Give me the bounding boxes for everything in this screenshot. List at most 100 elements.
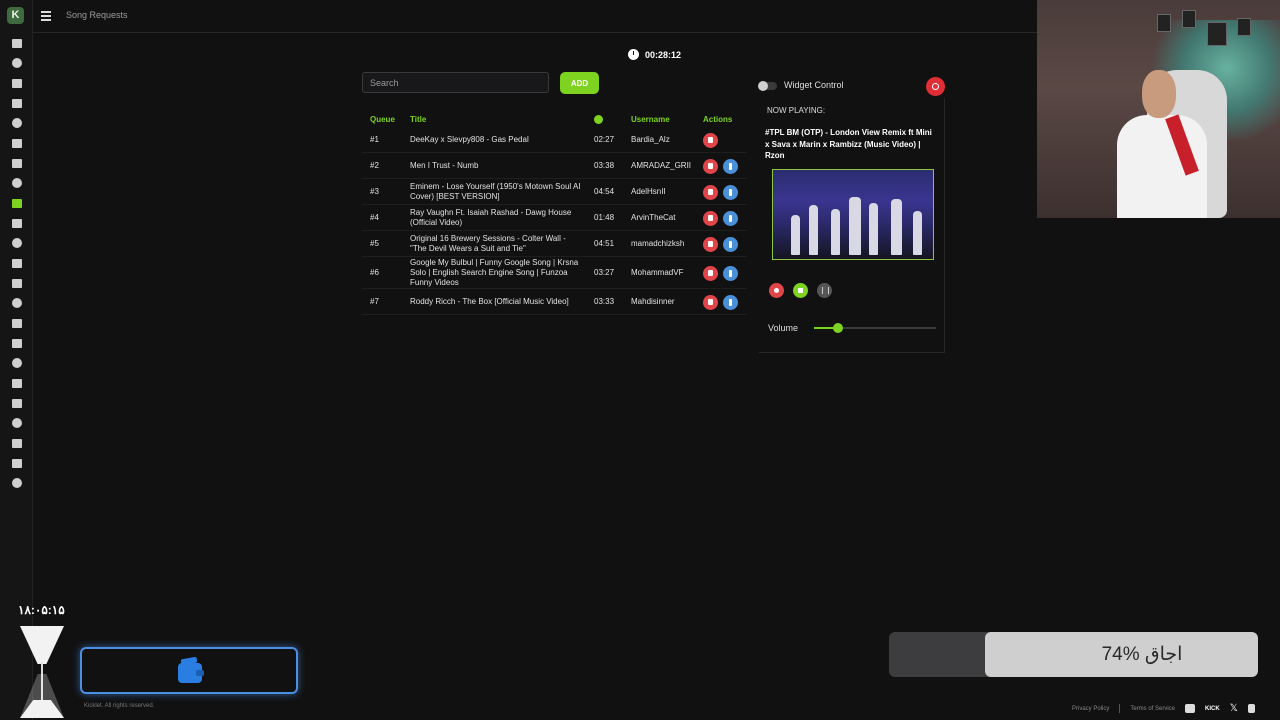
song-title: Google My Bulbul | Funny Google Song | K… bbox=[410, 258, 579, 287]
duration-header-icon bbox=[594, 115, 603, 124]
wrench-icon[interactable] bbox=[0, 93, 33, 113]
star-icon[interactable] bbox=[0, 213, 33, 233]
search-input[interactable] bbox=[362, 72, 549, 93]
table-row: #4 Ray Vaughn Ft. Isaiah Rashad - Dawg Ho… bbox=[362, 205, 747, 231]
chat-icon[interactable] bbox=[0, 113, 33, 133]
requester-username: AdelHsnII bbox=[631, 187, 666, 196]
delete-request-button[interactable] bbox=[703, 158, 718, 174]
song-duration: 04:51 bbox=[594, 239, 615, 248]
queue-position: #7 bbox=[370, 297, 379, 306]
song-duration: 04:54 bbox=[594, 187, 615, 196]
menu-icon[interactable] bbox=[41, 11, 51, 21]
goal-progress-bar: 74% اجاق bbox=[889, 632, 1258, 677]
table-body: #1 DeeKay x Slevpy808 - Gas Pedal 02:27 Bar… bbox=[362, 127, 747, 315]
gamepad-icon[interactable] bbox=[0, 453, 33, 473]
header-username: Username bbox=[631, 115, 670, 124]
kick-icon[interactable]: KICK bbox=[1205, 706, 1220, 712]
stop-button[interactable] bbox=[769, 283, 784, 298]
widget-control-toggle[interactable] bbox=[758, 81, 777, 91]
comment-icon[interactable] bbox=[0, 393, 33, 413]
add-button[interactable]: ADD bbox=[560, 72, 599, 94]
song-duration: 03:27 bbox=[594, 268, 615, 277]
queue-position: #2 bbox=[370, 161, 379, 170]
alert-icon[interactable] bbox=[0, 173, 33, 193]
play-next-button[interactable] bbox=[723, 210, 738, 226]
play-next-button[interactable] bbox=[723, 265, 738, 281]
video-icon[interactable] bbox=[0, 313, 33, 333]
delete-request-button[interactable] bbox=[703, 184, 718, 200]
shield-icon[interactable] bbox=[0, 153, 33, 173]
delete-request-button[interactable] bbox=[703, 236, 718, 252]
power-button[interactable] bbox=[926, 77, 945, 96]
requester-username: ArvinTheCat bbox=[631, 213, 676, 222]
card-icon[interactable] bbox=[0, 473, 33, 493]
emoji-icon[interactable] bbox=[0, 353, 33, 373]
play-next-button[interactable] bbox=[723, 236, 738, 252]
table-row: #6 Google My Bulbul | Funny Google Song |… bbox=[362, 257, 747, 289]
footer-links: Privacy Policy Terms of Service KICK 𝕏 bbox=[1072, 703, 1255, 714]
song-title: Ray Vaughn Ft. Isaiah Rashad - Dawg Hous… bbox=[410, 208, 572, 227]
cart-icon[interactable] bbox=[0, 253, 33, 273]
play-next-button[interactable] bbox=[723, 184, 738, 200]
app-logo[interactable]: K bbox=[7, 7, 24, 24]
queue-position: #4 bbox=[370, 213, 379, 222]
terms-link[interactable]: Terms of Service bbox=[1130, 706, 1175, 712]
hourglass-icon bbox=[18, 622, 68, 720]
play-next-button[interactable] bbox=[723, 158, 738, 174]
monitor-icon[interactable] bbox=[0, 413, 33, 433]
chart-icon[interactable] bbox=[0, 293, 33, 313]
gift-icon[interactable] bbox=[0, 233, 33, 253]
pencil-icon[interactable] bbox=[0, 73, 33, 93]
requester-username: Mahdisinner bbox=[631, 297, 675, 306]
table-row: #2 Men I Trust - Numb 03:38 AMRADAZ_GRII bbox=[362, 153, 747, 179]
top-bar: Song Requests bbox=[33, 0, 1037, 33]
film-icon[interactable] bbox=[0, 373, 33, 393]
video-player[interactable] bbox=[772, 169, 934, 260]
delete-request-button[interactable] bbox=[703, 132, 718, 148]
song-title: Roddy Ricch - The Box [Official Music Vi… bbox=[410, 297, 569, 306]
requester-username: mamadchizksh bbox=[631, 239, 685, 248]
queue-position: #1 bbox=[370, 135, 379, 144]
volume-slider[interactable] bbox=[814, 323, 936, 333]
delete-request-button[interactable] bbox=[703, 294, 718, 310]
song-title: Men I Trust - Numb bbox=[410, 161, 479, 170]
header-actions: Actions bbox=[703, 115, 733, 124]
now-playing-title: #TPL BM (OTP) - London View Remix ft Min… bbox=[765, 128, 932, 160]
table-row: #1 DeeKay x Slevpy808 - Gas Pedal 02:27 Bar… bbox=[362, 127, 747, 153]
skip-button[interactable] bbox=[793, 283, 808, 298]
pause-button[interactable] bbox=[817, 283, 832, 298]
song-title: Eminem - Lose Yourself (1950's Motown So… bbox=[410, 182, 581, 201]
requester-username: MohammadVF bbox=[631, 268, 684, 277]
search-icon[interactable] bbox=[0, 433, 33, 453]
music-icon[interactable] bbox=[0, 193, 33, 213]
link-icon[interactable] bbox=[0, 273, 33, 293]
sidebar-nav bbox=[0, 33, 33, 493]
delete-request-button[interactable] bbox=[703, 210, 718, 226]
goal-progress-text: 74% اجاق bbox=[1101, 644, 1183, 665]
song-title: Original 16 Brewery Sessions - Colter Wa… bbox=[410, 234, 566, 253]
queue-position: #3 bbox=[370, 187, 379, 196]
play-next-button[interactable] bbox=[723, 294, 738, 310]
x-icon[interactable]: 𝕏 bbox=[1230, 703, 1238, 714]
song-duration: 03:38 bbox=[594, 161, 615, 170]
queue-position: #6 bbox=[370, 268, 379, 277]
queue-position: #5 bbox=[370, 239, 379, 248]
delete-request-button[interactable] bbox=[703, 265, 718, 281]
discord-icon[interactable] bbox=[1185, 704, 1196, 713]
dashboard-icon[interactable] bbox=[0, 33, 33, 53]
clipboard-icon[interactable] bbox=[0, 53, 33, 73]
local-clock: ۱۸:۰۵:۱۵ bbox=[18, 603, 65, 617]
requester-username: Bardia_Alz bbox=[631, 135, 670, 144]
privacy-link[interactable]: Privacy Policy bbox=[1072, 706, 1109, 712]
clock-icon bbox=[628, 49, 639, 60]
document-icon[interactable] bbox=[0, 333, 33, 353]
docs-icon[interactable] bbox=[1247, 704, 1255, 713]
table-row: #5 Original 16 Brewery Sessions - Colter … bbox=[362, 231, 747, 257]
page-title: Song Requests bbox=[66, 10, 128, 20]
table-row: #7 Roddy Ricch - The Box [Official Music … bbox=[362, 289, 747, 315]
widget-control-label: Widget Control bbox=[784, 80, 844, 90]
blocked-icon[interactable] bbox=[0, 133, 33, 153]
webcam-overlay bbox=[1037, 0, 1280, 218]
now-playing-label: NOW PLAYING: bbox=[767, 106, 826, 115]
wallet-widget bbox=[80, 647, 298, 694]
